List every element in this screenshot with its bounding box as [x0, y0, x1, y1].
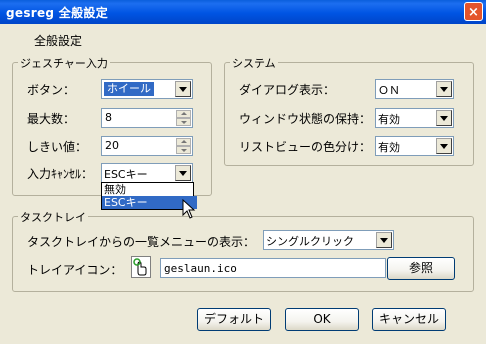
hand-icon [133, 258, 149, 276]
close-icon: × [468, 5, 479, 20]
dialog-label: ダイアログ表示： [239, 83, 336, 97]
ok-button[interactable]: OK [285, 308, 359, 331]
tray-icon-path-value: geslaun.ico [164, 262, 237, 275]
max-stepper[interactable]: 8 [101, 108, 193, 128]
tray-group-label: タスクトレイ [18, 209, 88, 225]
dialog-value: ＯＮ [378, 84, 400, 97]
close-button[interactable]: × [464, 2, 483, 21]
browse-button[interactable]: 参照 [387, 257, 455, 280]
spin-down-icon[interactable] [176, 146, 191, 154]
chevron-down-icon[interactable] [175, 81, 191, 97]
input-cancel-dropdown[interactable]: 無効 ESCキー [101, 182, 197, 210]
button-label: ボタン： [27, 83, 76, 97]
listview-label: リストビューの色分け： [239, 140, 372, 154]
threshold-value: 20 [105, 139, 119, 152]
tray-icon-path-field[interactable]: geslaun.ico [160, 258, 386, 278]
tab-general: 全般設定 [34, 34, 83, 48]
input-cancel-value: ESCキー [104, 168, 148, 181]
dropdown-option[interactable]: 無効 [102, 183, 197, 196]
threshold-label: しきい値： [27, 140, 88, 154]
window-state-label: ウィンドウ状態の保持： [239, 112, 372, 126]
chevron-down-icon[interactable] [436, 81, 452, 97]
button-select-value: ホイール [104, 82, 154, 96]
tray-icon-preview [131, 256, 151, 278]
spin-up-icon[interactable] [176, 138, 191, 146]
window-title: gesreg 全般設定 [6, 6, 108, 20]
input-cancel-label: 入力ｷｬﾝｾﾙ： [27, 167, 94, 181]
window-state-value: 有効 [378, 113, 400, 126]
chevron-down-icon[interactable] [376, 232, 392, 248]
threshold-stepper[interactable]: 20 [101, 136, 193, 156]
spin-up-icon[interactable] [176, 110, 191, 118]
mouse-cursor-icon [182, 199, 196, 219]
tray-menu-label: タスクトレイからの一覧メニューの表示： [27, 235, 256, 249]
tray-menu-value: シングルクリック [266, 235, 354, 248]
chevron-down-icon[interactable] [436, 110, 452, 126]
tray-group [12, 216, 474, 292]
tray-menu-select[interactable]: シングルクリック [263, 230, 394, 250]
button-select[interactable]: ホイール [101, 79, 193, 99]
tray-icon-label: トレイアイコン： [27, 263, 123, 277]
chevron-down-icon[interactable] [436, 138, 452, 154]
chevron-down-icon[interactable] [175, 165, 191, 181]
gesture-group-label: ジェスチャー入力 [18, 55, 110, 71]
system-group-label: システム [230, 55, 278, 71]
listview-value: 有効 [378, 141, 400, 154]
max-label: 最大数： [27, 112, 76, 126]
cancel-button[interactable]: キャンセル [372, 308, 446, 331]
max-value: 8 [105, 111, 112, 124]
title-bar[interactable]: gesreg 全般設定 × [0, 0, 486, 24]
default-button[interactable]: デフォルト [197, 308, 271, 331]
dialog-select[interactable]: ＯＮ [375, 79, 454, 99]
input-cancel-select[interactable]: ESCキー [101, 163, 193, 183]
window-state-select[interactable]: 有効 [375, 108, 454, 128]
listview-select[interactable]: 有効 [375, 136, 454, 156]
spin-down-icon[interactable] [176, 118, 191, 126]
